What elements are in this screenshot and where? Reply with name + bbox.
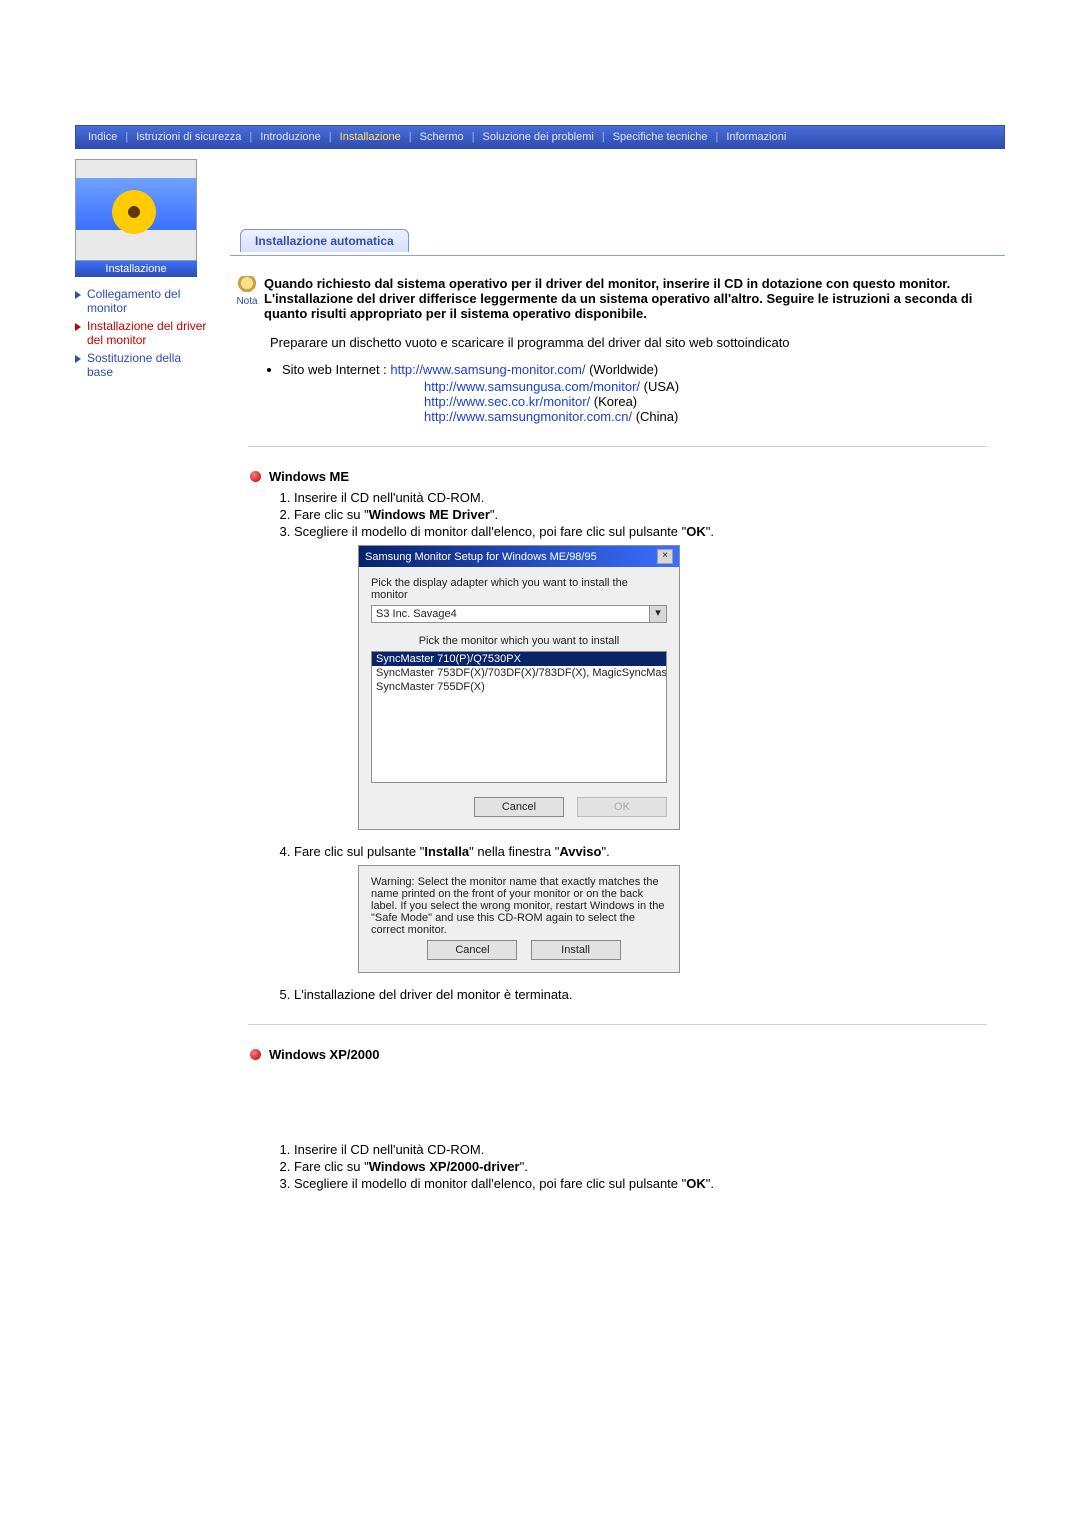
me-step-3: Scegliere il modello di monitor dall'ele… <box>294 524 1005 830</box>
nav-informazioni[interactable]: Informazioni <box>718 131 794 143</box>
heading-windows-xp2000: Windows XP/2000 <box>269 1047 379 1062</box>
xp-step-2: Fare clic su "Windows XP/2000-driver". <box>294 1159 1005 1174</box>
link-korea[interactable]: http://www.sec.co.kr/monitor/ <box>424 394 590 409</box>
nav-soluzione[interactable]: Soluzione dei problemi <box>475 131 602 143</box>
adapter-value: S3 Inc. Savage4 <box>372 606 649 622</box>
main-content: Installazione automatica Nota Quando ric… <box>210 149 1005 1241</box>
xp-step-1: Inserire il CD nell'unità CD-ROM. <box>294 1142 1005 1157</box>
me-step-5: L'installazione del driver del monitor è… <box>294 987 1005 1002</box>
sidebar-item-label: Sostituzione della base <box>87 351 210 379</box>
sidebar-item-label: Collegamento del monitor <box>87 287 210 315</box>
cancel-button[interactable]: Cancel <box>427 940 517 960</box>
install-button[interactable]: Install <box>531 940 621 960</box>
nav-specifiche[interactable]: Specifiche tecniche <box>605 131 716 143</box>
sidebar-item-installazione-driver[interactable]: Installazione del driver del monitor <box>75 319 210 347</box>
dialog-title: Samsung Monitor Setup for Windows ME/98/… <box>365 551 597 563</box>
adapter-label: Pick the display adapter which you want … <box>371 577 667 601</box>
prep-text: Preparare un dischetto vuoto e scaricare… <box>270 335 1005 350</box>
arrow-icon <box>75 291 81 299</box>
list-item[interactable]: SyncMaster 710(P)/Q7530PX <box>372 652 666 666</box>
flower-icon <box>112 190 156 234</box>
nota-icon: Nota <box>230 276 264 307</box>
link-usa[interactable]: http://www.samsungusa.com/monitor/ <box>424 379 640 394</box>
adapter-dropdown[interactable]: S3 Inc. Savage4 ▾ <box>371 605 667 623</box>
warning-text: Warning: Select the monitor name that ex… <box>371 876 667 936</box>
tab-installazione-automatica[interactable]: Installazione automatica <box>240 229 409 252</box>
monitor-listbox[interactable]: SyncMaster 710(P)/Q7530PX SyncMaster 753… <box>371 651 667 783</box>
me-step-1: Inserire il CD nell'unità CD-ROM. <box>294 490 1005 505</box>
me-step-2: Fare clic su "Windows ME Driver". <box>294 507 1005 522</box>
bullet-icon <box>250 471 261 482</box>
bullet-icon <box>250 1049 261 1060</box>
nav-introduzione[interactable]: Introduzione <box>252 131 329 143</box>
sidebar-item-sostituzione-base[interactable]: Sostituzione della base <box>75 351 210 379</box>
dialog-warning: Warning: Select the monitor name that ex… <box>358 865 680 973</box>
site-line: Sito web Internet : http://www.samsung-m… <box>282 362 1005 377</box>
nota-icon-label: Nota <box>236 296 257 307</box>
sidebar: Installazione Collegamento del monitor I… <box>75 149 210 1241</box>
nav-schermo[interactable]: Schermo <box>412 131 472 143</box>
nav-sicurezza[interactable]: Istruzioni di sicurezza <box>128 131 249 143</box>
cancel-button[interactable]: Cancel <box>474 797 564 817</box>
arrow-icon <box>75 355 81 363</box>
xp-step-3: Scegliere il modello di monitor dall'ele… <box>294 1176 1005 1191</box>
nota-text: Quando richiesto dal sistema operativo p… <box>264 276 1005 321</box>
me-step-4: Fare clic sul pulsante "Installa" nella … <box>294 844 1005 973</box>
list-item[interactable]: SyncMaster 755DF(X) <box>372 680 666 694</box>
heading-windows-me: Windows ME <box>269 469 349 484</box>
ok-button[interactable]: OK <box>577 797 667 817</box>
monitor-label: Pick the monitor which you want to insta… <box>371 635 667 647</box>
list-item[interactable]: SyncMaster 753DF(X)/703DF(X)/783DF(X), M… <box>372 666 666 680</box>
section-thumbnail <box>75 159 197 261</box>
close-icon[interactable]: × <box>657 549 673 564</box>
chevron-down-icon[interactable]: ▾ <box>649 606 666 622</box>
nav-installazione[interactable]: Installazione <box>332 131 409 143</box>
sidebar-item-collegamento[interactable]: Collegamento del monitor <box>75 287 210 315</box>
link-worldwide[interactable]: http://www.samsung-monitor.com/ <box>390 362 585 377</box>
section-caption: Installazione <box>75 261 197 277</box>
dialog-monitor-setup: Samsung Monitor Setup for Windows ME/98/… <box>358 545 680 830</box>
nav-indice[interactable]: Indice <box>80 131 125 143</box>
link-china[interactable]: http://www.samsungmonitor.com.cn/ <box>424 409 632 424</box>
sidebar-item-label: Installazione del driver del monitor <box>87 319 210 347</box>
top-nav: Indice| Istruzioni di sicurezza| Introdu… <box>75 125 1005 149</box>
arrow-icon <box>75 323 81 331</box>
